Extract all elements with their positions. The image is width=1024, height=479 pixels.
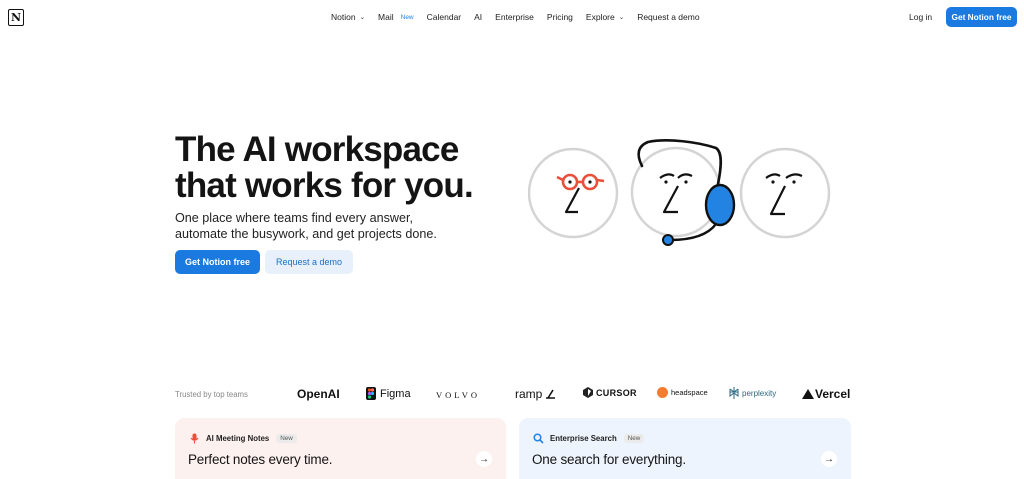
headspace-dot-icon <box>657 387 668 398</box>
card-title: One search for everything. <box>532 452 686 467</box>
logo-volvo: VOLVO <box>436 390 480 400</box>
nav-item-enterprise[interactable]: Enterprise <box>495 12 534 22</box>
nav-item-calendar[interactable]: Calendar <box>427 12 462 22</box>
new-badge: New <box>400 13 414 21</box>
login-link[interactable]: Log in <box>909 12 932 22</box>
card-title: Perfect notes every time. <box>188 452 333 467</box>
trusted-label: Trusted by top teams <box>175 390 248 399</box>
top-nav: N Notion ⌄ Mail New Calendar AI Enterpri… <box>0 0 1024 36</box>
face-headset-icon <box>630 139 736 246</box>
new-badge: New <box>623 434 645 443</box>
face-plain-icon <box>739 147 831 239</box>
hero-subtitle: One place where teams find every answer,… <box>175 211 437 241</box>
figma-icon <box>366 387 376 400</box>
chevron-down-icon: ⌄ <box>359 14 366 21</box>
search-icon <box>533 433 544 444</box>
hero-request-demo-button[interactable]: Request a demo <box>265 250 353 274</box>
ramp-mark-icon <box>546 389 556 399</box>
logo-vercel: Vercel <box>802 387 850 401</box>
nav-item-mail[interactable]: Mail New <box>378 12 414 22</box>
logo-ramp: ramp <box>515 387 556 401</box>
feature-card-enterprise-search[interactable]: Enterprise Search New One search for eve… <box>519 418 851 479</box>
nav-item-notion[interactable]: Notion ⌄ <box>331 12 365 22</box>
vercel-triangle-icon <box>802 389 814 399</box>
arrow-right-icon[interactable]: → <box>476 451 492 467</box>
perplexity-icon <box>729 387 739 399</box>
feature-card-meeting-notes[interactable]: AI Meeting Notes New Perfect notes every… <box>175 418 506 479</box>
face-glasses-icon <box>528 147 619 239</box>
chevron-down-icon: ⌄ <box>618 14 625 21</box>
get-notion-free-button[interactable]: Get Notion free <box>946 7 1017 27</box>
arrow-right-icon[interactable]: → <box>821 451 837 467</box>
main-menu: Notion ⌄ Mail New Calendar AI Enterprise… <box>331 12 713 22</box>
logo-perplexity: perplexity <box>729 387 776 399</box>
hero-get-notion-free-button[interactable]: Get Notion free <box>175 250 260 274</box>
nav-item-explore[interactable]: Explore ⌄ <box>586 12 624 22</box>
logo-openai: OpenAI <box>297 387 340 401</box>
hero-faces-illustration <box>528 139 831 246</box>
microphone-icon <box>190 433 199 444</box>
cursor-icon <box>583 387 593 398</box>
logo-cursor: CURSOR <box>583 387 637 398</box>
nav-item-request-demo[interactable]: Request a demo <box>637 12 699 22</box>
hero-title: The AI workspace that works for you. <box>175 130 474 205</box>
nav-item-pricing[interactable]: Pricing <box>547 12 573 22</box>
notion-logo-icon[interactable]: N <box>8 9 24 26</box>
nav-item-ai[interactable]: AI <box>474 12 482 22</box>
logo-figma: Figma <box>366 387 411 400</box>
new-badge: New <box>276 434 297 443</box>
logo-headspace: headspace <box>657 387 708 398</box>
